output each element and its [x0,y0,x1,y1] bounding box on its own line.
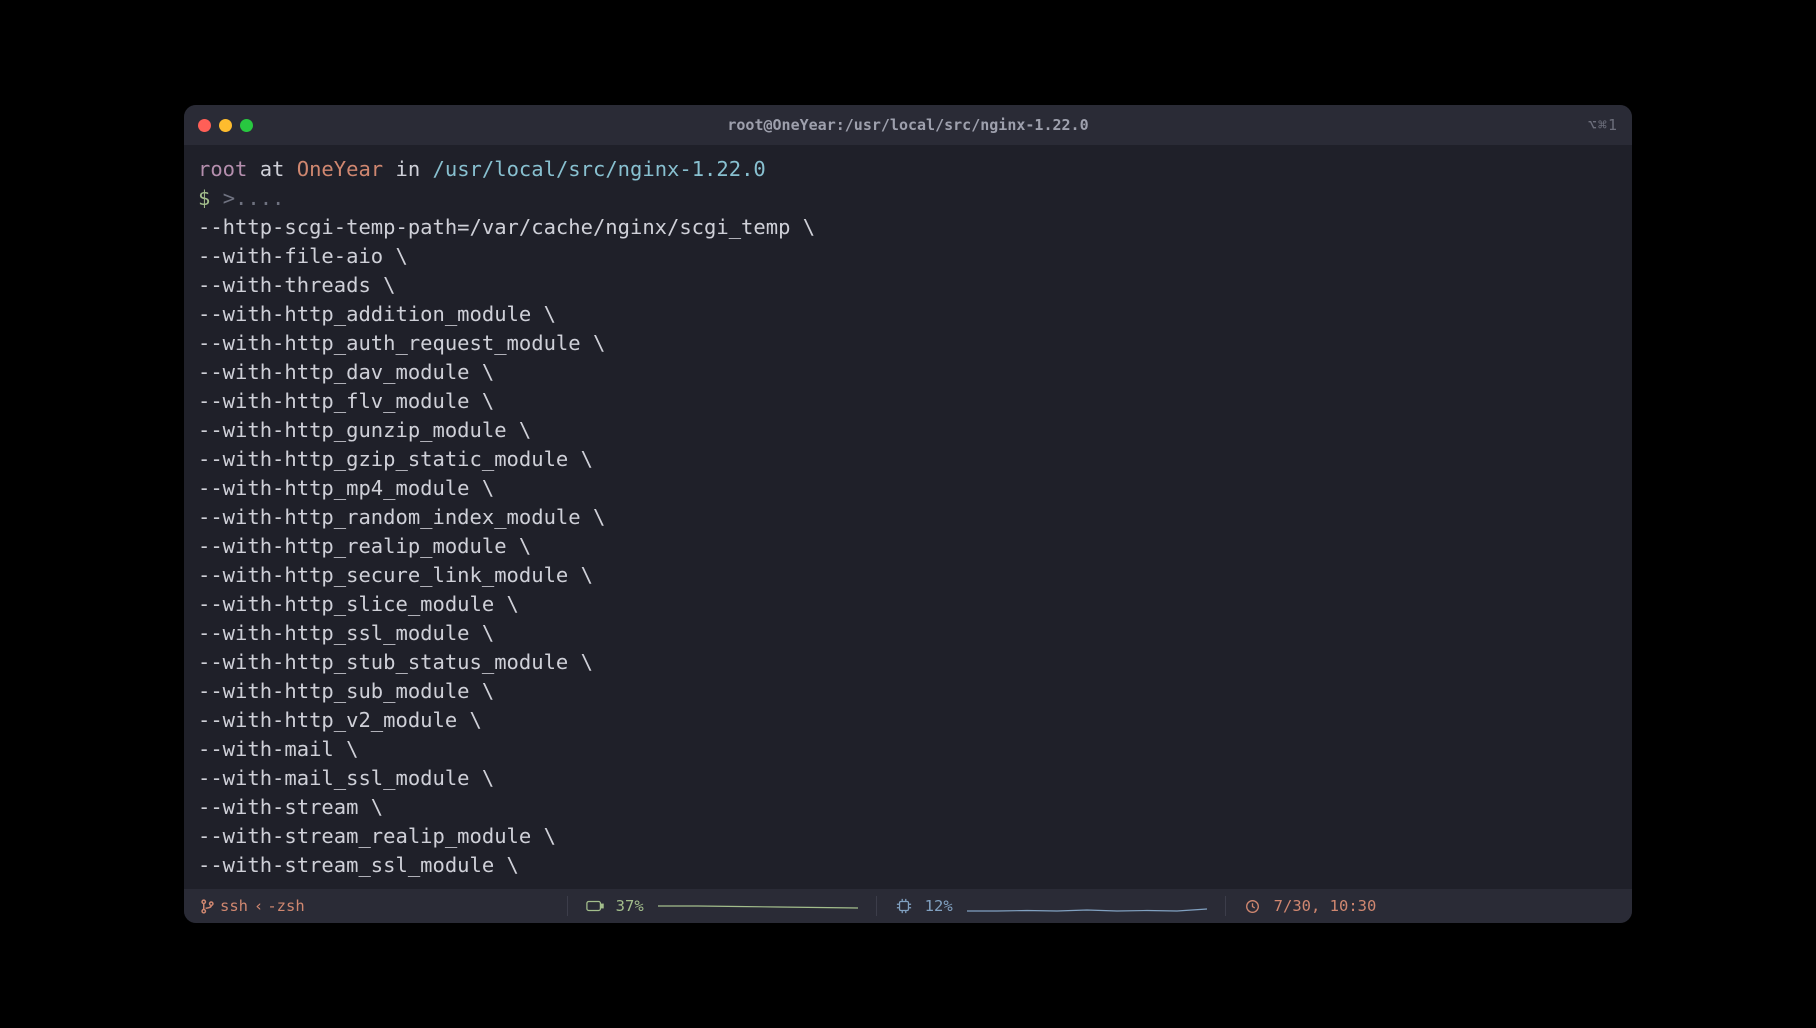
terminal-window: root@OneYear:/usr/local/src/nginx-1.22.0… [184,105,1632,923]
output-line: --with-http_gunzip_module \ [198,418,531,442]
output-line: --with-stream \ [198,795,383,819]
separator [876,896,877,916]
titlebar: root@OneYear:/usr/local/src/nginx-1.22.0… [184,105,1632,145]
prompt-in: in [396,157,421,181]
prompt-host: OneYear [297,157,383,181]
output-line: --with-http_ssl_module \ [198,621,494,645]
caret-left-icon: ‹ [254,897,263,915]
output-line: --with-threads \ [198,273,395,297]
output-line: --with-http_addition_module \ [198,302,556,326]
prompt-symbol: $ [198,186,210,210]
cpu-icon [895,897,913,915]
prompt-user: root [198,157,247,181]
output-line: --with-file-aio \ [198,244,408,268]
battery-percent: 37% [616,897,644,915]
close-button[interactable] [198,119,211,132]
output-line: --with-http_gzip_static_module \ [198,447,593,471]
battery-sparkline [658,897,858,915]
battery-icon [586,897,604,915]
output-line: --with-http_random_index_module \ [198,505,605,529]
separator [567,896,568,916]
prompt-at: at [260,157,285,181]
output-line: --with-http_auth_request_module \ [198,331,605,355]
status-left: ssh ‹ -zsh [198,897,311,915]
window-title: root@OneYear:/usr/local/src/nginx-1.22.0 [184,116,1632,134]
output-line: --with-http_flv_module \ [198,389,494,413]
prompt-path: /usr/local/src/nginx-1.22.0 [433,157,766,181]
output-line: --with-stream_ssl_module \ [198,853,519,877]
output-line: --with-http_mp4_module \ [198,476,494,500]
output-line: --with-stream_realip_module \ [198,824,556,848]
zoom-button[interactable] [240,119,253,132]
cpu-percent: 12% [925,897,953,915]
output-line: --with-http_dav_module \ [198,360,494,384]
traffic-lights [198,119,253,132]
output-line: --http-scgi-temp-path=/var/cache/nginx/s… [198,215,815,239]
output-line: --with-mail \ [198,737,358,761]
minimize-button[interactable] [219,119,232,132]
cpu-sparkline [967,897,1207,915]
output-line: --with-http_stub_status_module \ [198,650,593,674]
output-line: --with-http_realip_module \ [198,534,531,558]
statusbar: ssh ‹ -zsh 37% 12% [184,889,1632,923]
terminal-body[interactable]: root at OneYear in /usr/local/src/nginx-… [184,145,1632,889]
clock-icon [1244,897,1262,915]
output-line: --with-mail_ssl_module \ [198,766,494,790]
hotkey-indicator: ⌥⌘1 [1588,116,1618,134]
separator [1225,896,1226,916]
git-branch-icon [198,897,216,915]
output-line: --with-http_secure_link_module \ [198,563,593,587]
shell-name: -zsh [267,897,304,915]
output-line: --with-http_slice_module \ [198,592,519,616]
datetime: 7/30, 10:30 [1274,897,1377,915]
prompt-continuation: >.... [223,186,285,210]
git-branch-name: ssh [220,897,248,915]
output-line: --with-http_sub_module \ [198,679,494,703]
output-line: --with-http_v2_module \ [198,708,482,732]
